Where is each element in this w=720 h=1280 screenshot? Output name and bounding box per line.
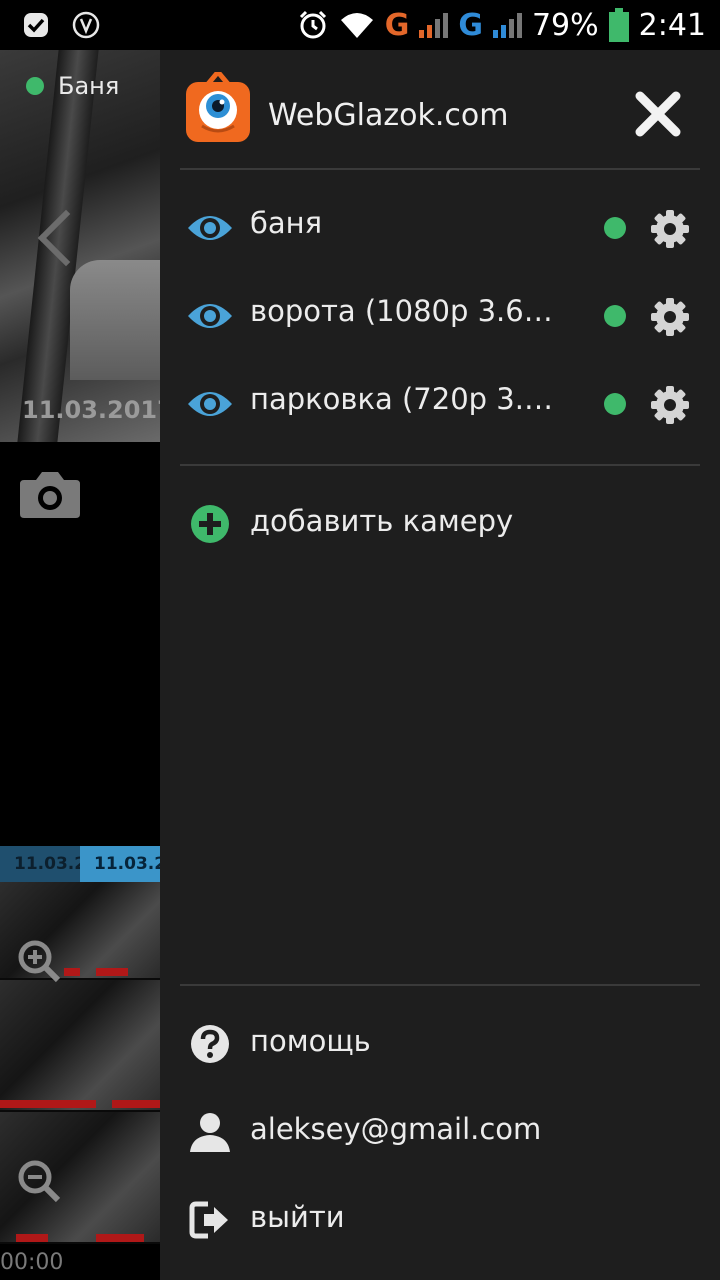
brand-name: WebGlazok.com xyxy=(268,98,509,133)
timeline-time: 00:00 xyxy=(0,1250,64,1275)
recording-thumbnail[interactable] xyxy=(0,980,160,1112)
camera-status-dot xyxy=(604,393,626,415)
account-email: aleksey@gmail.com xyxy=(250,1112,542,1146)
divider xyxy=(180,168,700,170)
camera-item[interactable]: баня xyxy=(160,184,720,272)
logout-icon xyxy=(189,1201,228,1239)
check-shield-icon xyxy=(24,13,48,37)
gear-icon[interactable] xyxy=(650,385,690,425)
camera-icon[interactable] xyxy=(18,468,82,520)
gear-icon[interactable] xyxy=(650,297,690,337)
plus-circle-icon xyxy=(191,505,229,543)
background-app: Баня 11.03.2017 11.03.2 11.03.2 00:00 xyxy=(0,50,160,1280)
video-scene-snow xyxy=(70,260,160,380)
recording-marker xyxy=(96,968,128,976)
timeline[interactable]: 11.03.2 11.03.2 xyxy=(0,846,160,882)
status-dot xyxy=(26,77,44,95)
camera-status-dot xyxy=(604,305,626,327)
signal-2-icon xyxy=(492,12,522,38)
camera-video[interactable]: Баня 11.03.2017 xyxy=(0,50,160,442)
recording-marker xyxy=(0,1100,96,1108)
v-circle-icon xyxy=(72,11,100,39)
eye-icon xyxy=(188,216,232,240)
timeline-date[interactable]: 11.03.2 xyxy=(0,846,80,882)
camera-status-dot xyxy=(604,217,626,239)
zoom-out-icon[interactable] xyxy=(16,1158,62,1204)
eye-icon xyxy=(188,304,232,328)
video-date: 11.03.2017 xyxy=(22,396,160,424)
video-camera-name: Баня xyxy=(58,72,120,100)
camera-name: парковка (720р 3.… xyxy=(250,382,550,416)
status-bar: G G 79% 2:41 xyxy=(0,0,720,50)
user-icon xyxy=(190,1113,230,1152)
account-item[interactable]: aleksey@gmail.com xyxy=(160,1092,720,1172)
recording-marker xyxy=(112,1100,160,1108)
camera-item[interactable]: парковка (720р 3.… xyxy=(160,360,720,448)
navigation-drawer: WebGlazok.com баня ворота (1080р 3.6… па… xyxy=(160,50,720,1280)
video-camera-label: Баня xyxy=(26,72,119,100)
camera-name: ворота (1080р 3.6… xyxy=(250,294,550,328)
logout-button[interactable]: выйти xyxy=(160,1180,720,1260)
battery-percent: 79% xyxy=(531,7,599,43)
battery-icon xyxy=(608,8,629,42)
zoom-in-icon[interactable] xyxy=(16,938,62,984)
signal-1-icon xyxy=(419,12,449,38)
wifi-icon xyxy=(340,13,373,38)
network-type-1: G xyxy=(384,7,410,43)
divider xyxy=(180,984,700,986)
recording-marker xyxy=(16,1234,48,1242)
recording-marker xyxy=(64,968,80,976)
alarm-icon xyxy=(299,10,326,39)
network-type-2: G xyxy=(458,7,483,43)
add-camera-label: добавить камеру xyxy=(250,504,514,538)
camera-name: баня xyxy=(250,206,323,240)
question-icon xyxy=(191,1025,229,1063)
clock: 2:41 xyxy=(638,7,706,43)
close-icon[interactable] xyxy=(632,88,684,140)
add-camera-button[interactable]: добавить камеру xyxy=(160,484,720,564)
help-label: помощь xyxy=(250,1024,371,1058)
divider xyxy=(180,464,700,466)
help-button[interactable]: помощь xyxy=(160,1004,720,1084)
recording-marker xyxy=(96,1234,144,1242)
timeline-date[interactable]: 11.03.2 xyxy=(80,846,160,882)
gear-icon[interactable] xyxy=(650,209,690,249)
camera-item[interactable]: ворота (1080р 3.6… xyxy=(160,272,720,360)
eye-icon xyxy=(188,392,232,416)
logout-label: выйти xyxy=(250,1200,345,1234)
webglazok-logo-icon xyxy=(186,72,250,142)
drawer-header: WebGlazok.com xyxy=(160,50,720,170)
